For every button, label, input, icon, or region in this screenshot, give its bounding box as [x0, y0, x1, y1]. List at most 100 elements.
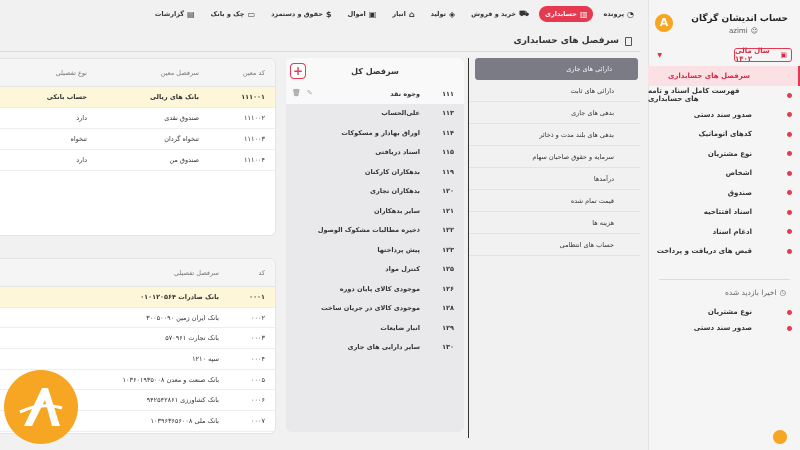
fiscal-year-selector[interactable]: سال مالی ۱۴۰۲ ▣	[734, 47, 792, 63]
account-name-cell: صندوق نقدی	[164, 114, 199, 122]
table-row[interactable]: بانک صادرات ۰۱۰۱۲۰۵۶۴ ۰۰۰۱	[0, 287, 275, 308]
general-ledger-row[interactable]: ذخیره مطالبات مشکوک الوصول ۱۲۲	[286, 221, 464, 241]
nav-item[interactable]: ▭ چک و بانک	[205, 6, 261, 22]
general-ledger-code: ۱۱۱	[442, 89, 454, 98]
nav-item[interactable]: ▤ گزارشات	[149, 6, 201, 22]
bookmark-icon	[625, 36, 632, 46]
chart-icon: ▥	[579, 9, 588, 19]
fiscal-year-label: سال مالی ۱۴۰۲	[735, 47, 770, 63]
table-row[interactable]: بانک تجارت ۵۷۰۹۶۱ ۰۰۰۳	[0, 328, 275, 350]
general-ledger-row[interactable]: 🗑 ✎ وجوه نقد ۱۱۱	[286, 84, 464, 104]
table-row[interactable]: دارد صندوق نقدی ۱۱۱۰۰۲	[0, 108, 275, 129]
sidebar-item[interactable]: کدهای اتوماتیک	[648, 125, 800, 145]
sidebar-item[interactable]: ادغام اسناد	[648, 222, 800, 242]
nav-item[interactable]: ⛟ خرید و فروش	[465, 6, 535, 22]
detail-code-cell: ۰۰۰۲	[251, 313, 265, 322]
general-ledger-label: انبار ضایعات	[380, 323, 420, 332]
general-ledger-label: ذخیره مطالبات مشکوک الوصول	[317, 226, 420, 235]
bullet-icon	[787, 92, 792, 98]
general-ledger-label: بدهکاران تجاری	[370, 187, 420, 196]
detail-name-cell: بانک صادرات ۰۱۰۱۲۰۵۶۴	[140, 292, 219, 301]
sidebar-item[interactable]: صندوق	[648, 183, 800, 203]
category-item[interactable]: بدهی های جاری	[469, 102, 640, 124]
table-row[interactable]: سپه ۱۲۱۰ ۰۰۰۴	[0, 349, 275, 370]
sidebar-item[interactable]: صدور سند دستی	[648, 105, 800, 125]
table-row[interactable]: تنخواه تنخواه گردان ۱۱۱۰۰۳	[0, 129, 275, 150]
account-code-cell: ۱۱۱۰۰۲	[244, 114, 265, 122]
sidebar-menu: سرفصل های حسابداری فهرست کامل اسناد و تام…	[648, 66, 800, 261]
detail-type-cell: دارد	[76, 156, 87, 164]
general-ledger-row[interactable]: موجودی کالای پایان دوره ۱۲۶	[286, 279, 464, 299]
category-item[interactable]: سرمایه و حقوق صاحبان سهام	[469, 146, 640, 168]
column-header: کد	[258, 268, 265, 277]
general-ledger-code: ۱۳۰	[442, 343, 454, 352]
general-ledger-code: ۱۱۹	[442, 167, 454, 176]
account-code-cell: ۱۱۱۰۰۳	[244, 135, 265, 143]
nav-item[interactable]: ▣ اموال	[342, 6, 383, 22]
general-ledger-code: ۱۲۸	[442, 304, 454, 313]
recent-item[interactable]: صدور سند دستی	[648, 320, 800, 336]
nav-item[interactable]: ◈ تولید	[425, 6, 462, 22]
general-ledger-row[interactable]: اوراق بهادار و مسکوکات ۱۱۴	[286, 123, 464, 143]
sidebar-item[interactable]: فهرست کامل اسناد و تامه های حسابداری	[648, 86, 800, 106]
category-item[interactable]: بدهی های بلند مدت و ذخائر	[469, 124, 640, 146]
category-item[interactable]: حساب های انتظامی	[469, 234, 640, 256]
general-ledger-row[interactable]: سایر بدهکاران ۱۲۱	[286, 201, 464, 221]
nav-item[interactable]: $ حقوق و دستمزد	[265, 6, 338, 22]
sidebar-item[interactable]: سرفصل های حسابداری	[648, 66, 800, 86]
chevron-down-icon[interactable]: ▼	[657, 52, 662, 59]
nav-item-label: پرونده	[603, 10, 625, 18]
subsidiary-ledger-table: نوع تفصیلی سرفصل معین کد معین حساب بانکی…	[0, 58, 276, 236]
user-info[interactable]: azimi ☺	[729, 27, 758, 35]
sidebar-item[interactable]: قبض های دریافت و پرداخت	[648, 242, 800, 262]
bullet-icon	[787, 151, 792, 157]
table-row[interactable]: حساب بانکی بانک های ریالی ۱۱۱۰۰۱	[0, 87, 275, 108]
nav-item[interactable]: ⌂ انبار	[386, 6, 420, 22]
sidebar-item[interactable]: اسناد افتتاحیه	[648, 203, 800, 223]
sidebar-item[interactable]: نوع مشتریان	[648, 144, 800, 164]
category-item[interactable]: دارائی های ثابت	[469, 80, 640, 102]
general-ledger-row[interactable]: اسناد دریافتی ۱۱۵	[286, 143, 464, 163]
general-ledger-row[interactable]: بدهکاران کارکنان ۱۱۹	[286, 162, 464, 182]
detail-name-cell: بانک ایران زمین ۳۰۰۵۰۰۹۰	[146, 313, 219, 322]
brand-logo-icon	[4, 370, 78, 444]
edit-icon[interactable]: ✎	[307, 89, 313, 97]
category-item[interactable]: درآمدها	[469, 168, 640, 190]
recent-title: اخیرا بازدید شده	[724, 288, 777, 297]
sidebar-item[interactable]: اشخاص	[648, 164, 800, 184]
add-icon[interactable]: +	[290, 63, 306, 79]
general-ledger-label: اسناد دریافتی	[375, 148, 420, 157]
category-item[interactable]: هزینه ها	[469, 212, 640, 234]
app-logo: A	[655, 14, 673, 32]
account-code-cell: ۱۱۱۰۰۴	[244, 156, 265, 164]
report-icon: ▤	[187, 9, 195, 19]
general-ledger-row[interactable]: کنترل مواد ۱۲۵	[286, 260, 464, 280]
column-header: نوع تفصیلی	[55, 68, 87, 77]
general-ledger-row[interactable]: انبار ضایعات ۱۲۹	[286, 318, 464, 338]
page-header: سرفصل های حسابداری	[514, 36, 632, 46]
table-row[interactable]: بانک ایران زمین ۳۰۰۵۰۰۹۰ ۰۰۰۲	[0, 308, 275, 329]
recent-item-label: صدور سند دستی	[693, 324, 752, 332]
detail-name-cell: بانک تجارت ۵۷۰۹۶۱	[165, 334, 219, 343]
trash-icon[interactable]: 🗑	[292, 89, 301, 97]
bullet-icon	[787, 209, 792, 215]
general-ledger-row[interactable]: پیش پرداختها ۱۲۳	[286, 240, 464, 260]
general-ledger-row[interactable]: بدهکاران تجاری ۱۲۰	[286, 182, 464, 202]
table-header: نوع تفصیلی سرفصل معین کد معین	[0, 59, 275, 87]
general-ledger-row[interactable]: سایر دارایی های جاری ۱۳۰	[286, 338, 464, 358]
category-item[interactable]: قیمت تمام شده	[469, 190, 640, 212]
general-ledger-row[interactable]: علی‌الحساب ۱۱۳	[286, 104, 464, 124]
general-ledger-code: ۱۲۵	[442, 265, 454, 274]
nav-item[interactable]: ◔ پرونده	[597, 6, 640, 22]
general-ledger-panel: سرفصل کل + 🗑 ✎ وجوه نقد ۱۱۱ علی‌الحساب ۱۱۳ اور…	[286, 58, 464, 432]
column-header: کد معین	[242, 68, 265, 77]
sidebar-item-label: اشخاص	[725, 169, 752, 178]
recent-item[interactable]: نوع مشتریان	[648, 304, 800, 320]
category-item[interactable]: دارائی های جاری	[475, 58, 638, 80]
cart-icon: ⛟	[518, 9, 530, 18]
table-row[interactable]: دارد صندوق من ۱۱۱۰۰۴	[0, 150, 275, 171]
general-ledger-row[interactable]: موجودی کالای در جریان ساخت ۱۲۸	[286, 299, 464, 319]
nav-item[interactable]: ▥ حسابداری	[539, 6, 594, 22]
bullet-icon	[787, 309, 792, 315]
recent-item-label: نوع مشتریان	[707, 308, 752, 316]
